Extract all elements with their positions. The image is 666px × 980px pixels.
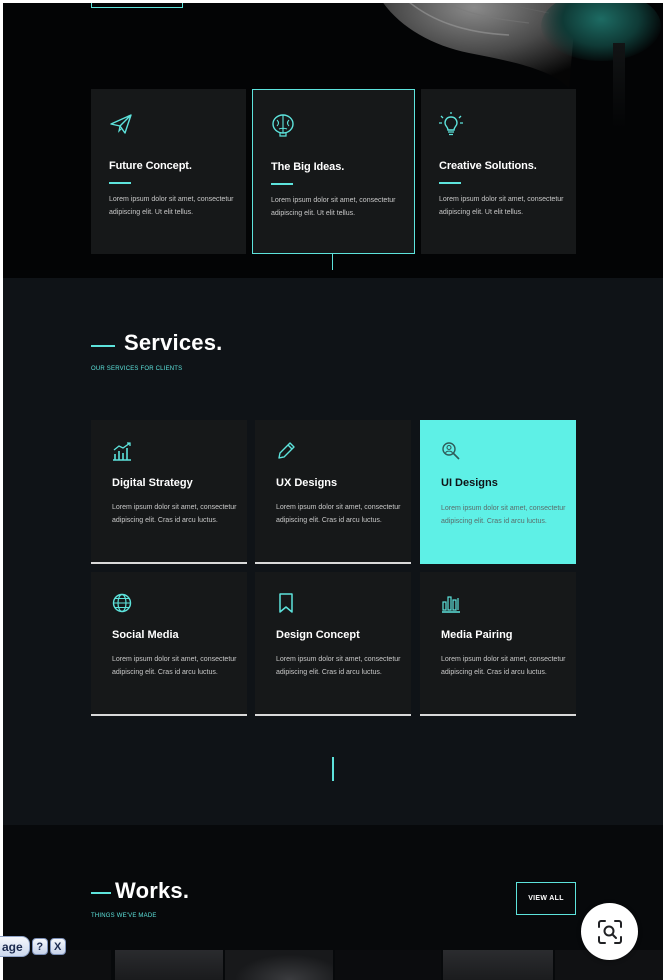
service-title: Digital Strategy — [112, 477, 193, 489]
view-all-button[interactable]: VIEW ALL — [516, 882, 576, 915]
service-title: UI Designs — [441, 477, 498, 489]
works-title-dash — [91, 892, 111, 894]
services-subtitle: OUR SERVICES FOR CLIENTS — [91, 366, 183, 372]
search-user-icon — [442, 442, 460, 460]
service-card-ui-designs[interactable]: UI Designs Lorem ipsum dolor sit amet, c… — [420, 420, 576, 564]
works-title: Works. — [115, 878, 190, 903]
hero-shadow — [613, 43, 625, 128]
feature-card-future-concept[interactable]: Future Concept. Lorem ipsum dolor sit am… — [91, 89, 246, 254]
service-text: Lorem ipsum dolor sit amet, consectetur … — [112, 656, 237, 676]
hero-connector-line — [332, 254, 333, 270]
services-title: Services. — [124, 330, 223, 355]
feature-card-creative-solutions[interactable]: Creative Solutions. Lorem ipsum dolor si… — [421, 89, 576, 254]
service-title: Design Concept — [276, 629, 360, 641]
feature-divider — [439, 182, 461, 184]
globe-icon — [112, 593, 132, 613]
feature-divider — [271, 183, 293, 185]
services-connector-line — [332, 757, 334, 781]
feature-title: The Big Ideas. — [271, 161, 345, 173]
work-thumbnail[interactable] — [115, 950, 223, 980]
pencil-icon — [278, 442, 295, 459]
works-subtitle: THINGS WE'VE MADE — [91, 913, 157, 919]
page-label[interactable]: age — [0, 936, 30, 957]
bookmark-icon — [279, 593, 293, 613]
hero-section: Future Concept. Lorem ipsum dolor sit am… — [3, 3, 663, 278]
service-card-media-pairing[interactable]: Media Pairing Lorem ipsum dolor sit amet… — [420, 572, 576, 716]
work-thumbnail[interactable] — [335, 950, 441, 980]
bar-chart-icon — [113, 442, 131, 461]
service-title: Media Pairing — [441, 629, 513, 641]
service-text: Lorem ipsum dolor sit amet, consectetur … — [441, 505, 566, 525]
service-text: Lorem ipsum dolor sit amet, consectetur … — [276, 656, 401, 676]
work-thumbnail[interactable] — [225, 950, 333, 980]
lightbulb-icon — [439, 112, 463, 136]
page-frame: Future Concept. Lorem ipsum dolor sit am… — [3, 3, 663, 980]
feature-card-big-ideas[interactable]: The Big Ideas. Lorem ipsum dolor sit ame… — [252, 89, 415, 254]
work-thumbnail[interactable] — [443, 950, 553, 980]
hero-button[interactable] — [91, 3, 183, 8]
equalizer-icon — [442, 596, 460, 613]
help-button[interactable]: ? — [31, 938, 48, 955]
brain-icon — [272, 114, 294, 137]
feature-divider — [109, 182, 131, 184]
feature-text: Lorem ipsum dolor sit amet, consectetur … — [109, 196, 234, 216]
service-title: UX Designs — [276, 477, 338, 489]
service-title: Social Media — [112, 629, 179, 641]
service-text: Lorem ipsum dolor sit amet, consectetur … — [276, 504, 401, 524]
service-card-social-media[interactable]: Social Media Lorem ipsum dolor sit amet,… — [91, 572, 247, 716]
feature-text: Lorem ipsum dolor sit amet, consectetur … — [439, 196, 564, 216]
services-section: Services. OUR SERVICES FOR CLIENTS Digit… — [3, 278, 663, 825]
works-section: Works. THINGS WE'VE MADE VIEW ALL — [3, 825, 663, 980]
service-card-digital-strategy[interactable]: Digital Strategy Lorem ipsum dolor sit a… — [91, 420, 247, 564]
feature-title: Creative Solutions. — [439, 160, 537, 172]
page-toolbar-widget: age ? X — [0, 936, 66, 957]
feature-title: Future Concept. — [109, 160, 192, 172]
service-card-design-concept[interactable]: Design Concept Lorem ipsum dolor sit ame… — [255, 572, 411, 716]
feature-text: Lorem ipsum dolor sit amet, consectetur … — [271, 197, 396, 217]
service-text: Lorem ipsum dolor sit amet, consectetur … — [112, 504, 237, 524]
service-text: Lorem ipsum dolor sit amet, consectetur … — [441, 656, 566, 676]
close-button[interactable]: X — [49, 938, 66, 955]
service-card-ux-designs[interactable]: UX Designs Lorem ipsum dolor sit amet, c… — [255, 420, 411, 564]
visual-search-button[interactable] — [581, 903, 638, 960]
visual-search-icon — [597, 919, 622, 944]
services-title-dash — [91, 345, 115, 347]
paper-plane-icon — [110, 114, 132, 134]
